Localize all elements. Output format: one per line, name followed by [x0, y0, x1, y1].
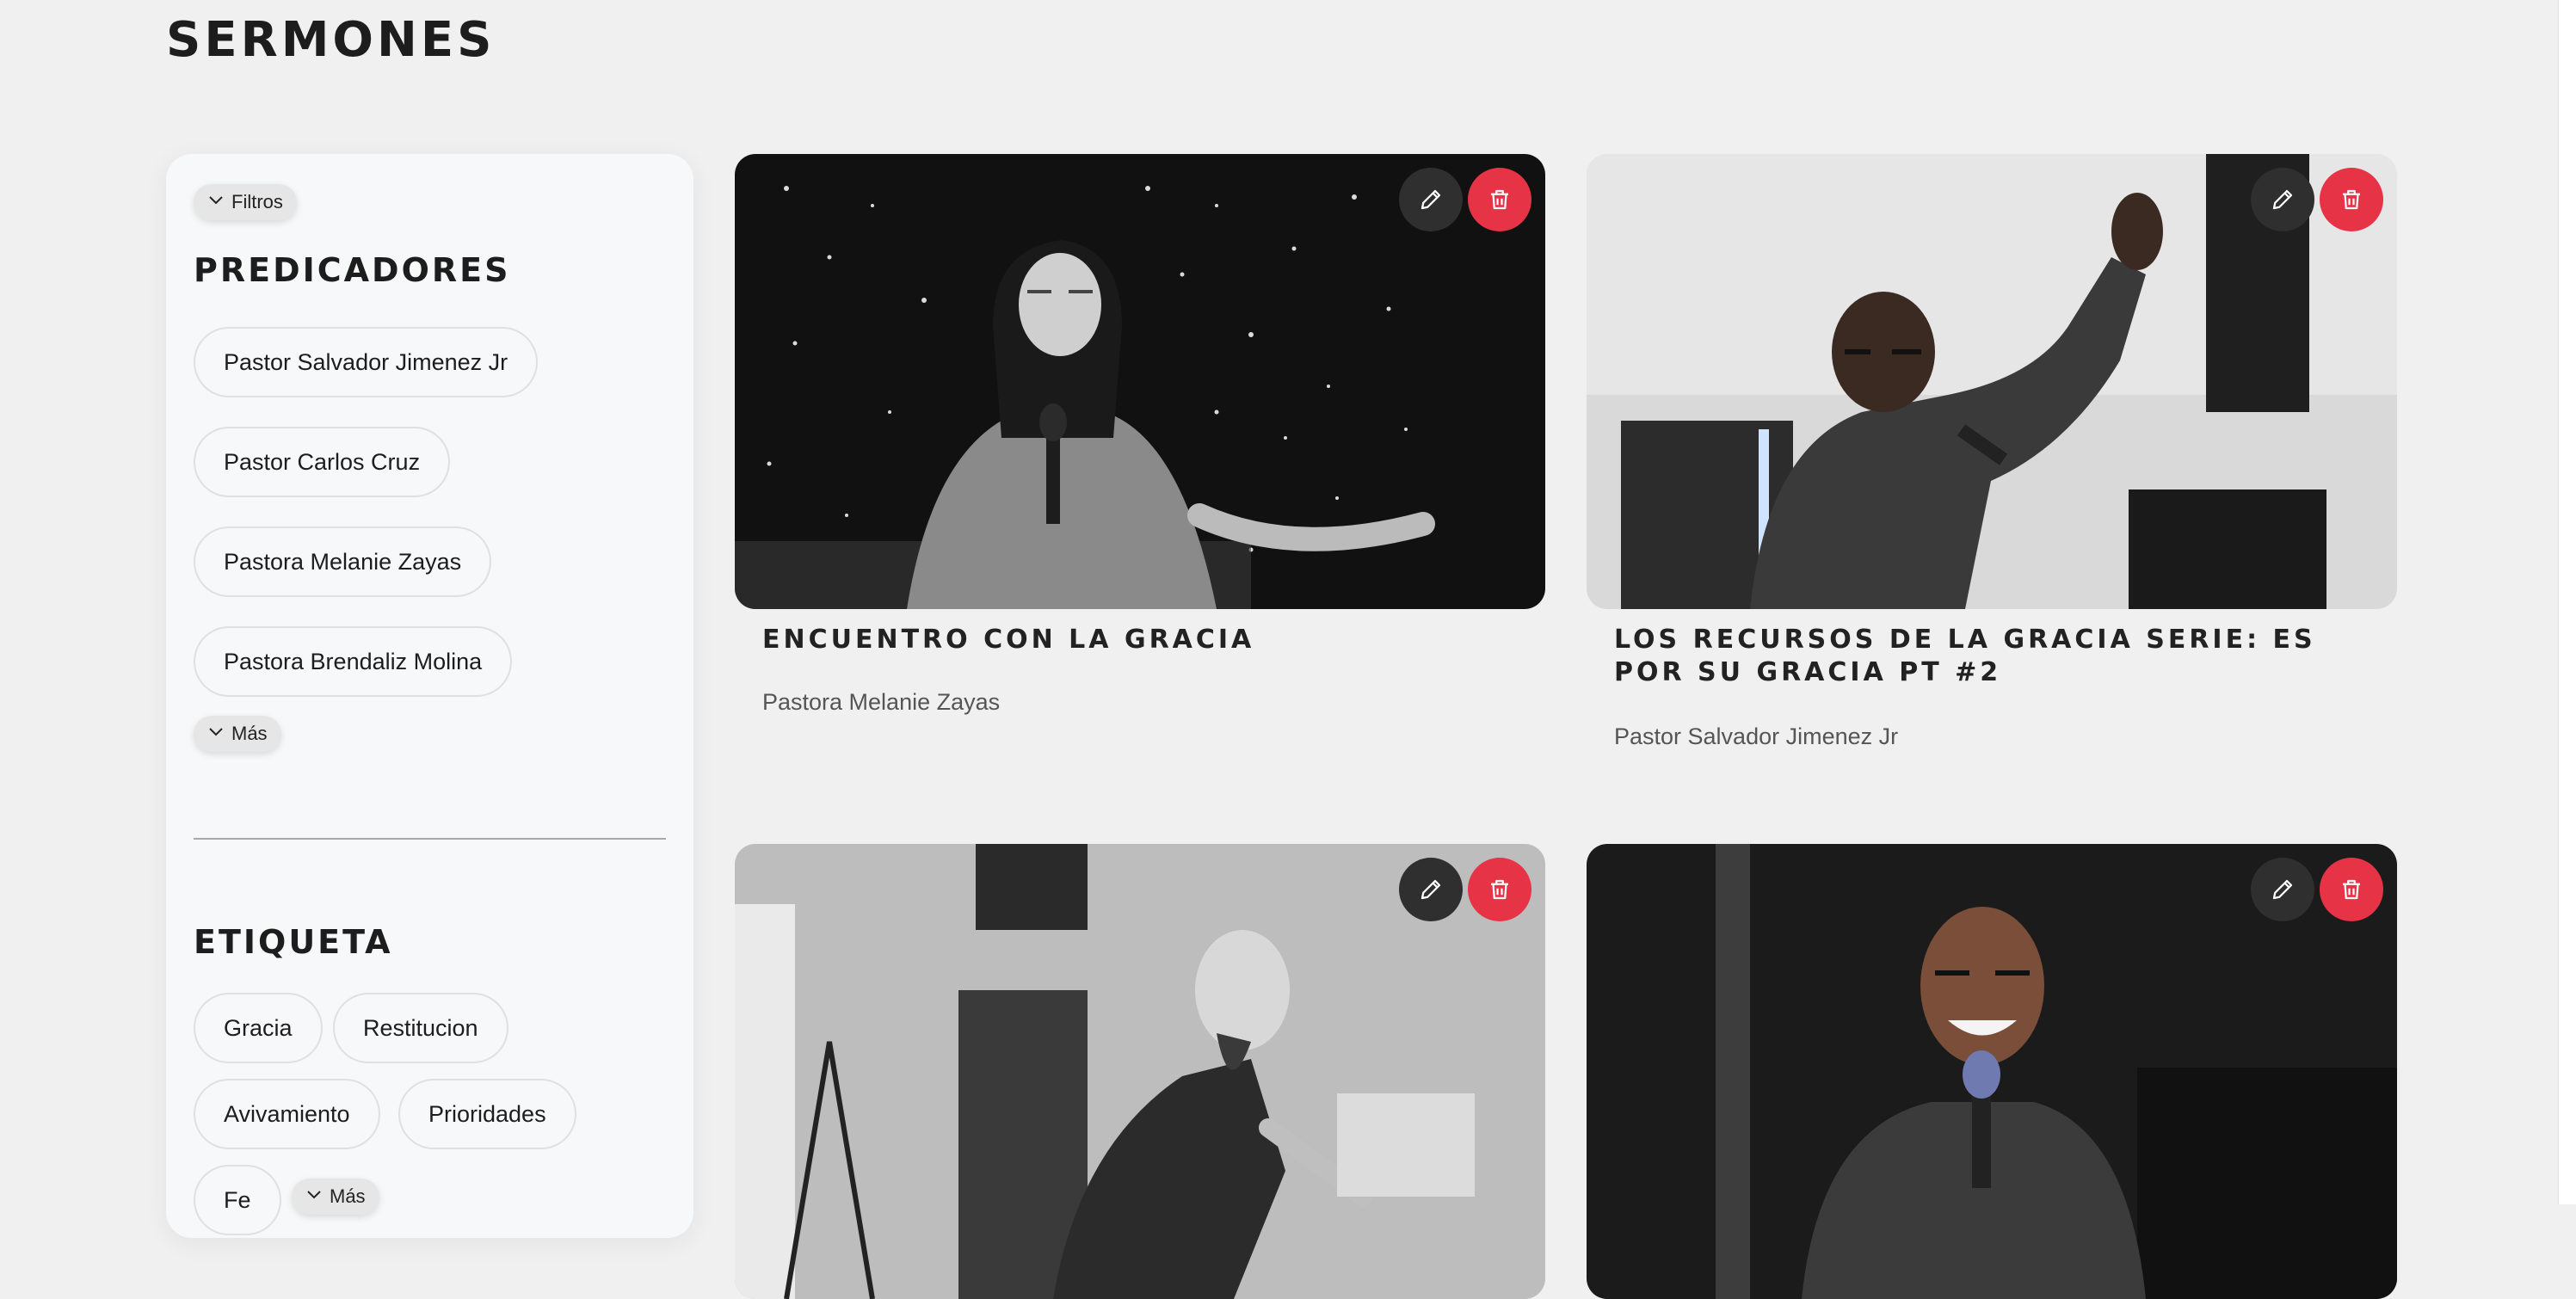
preachers-heading: PREDICADORES — [194, 251, 511, 289]
preacher-filter-salvador-jimenez[interactable]: Pastor Salvador Jimenez Jr — [194, 327, 539, 397]
filters-toggle[interactable]: Filtros — [194, 184, 297, 220]
sermon-card[interactable] — [735, 844, 1545, 1299]
trash-icon — [2343, 189, 2360, 210]
page-scrollbar-track[interactable] — [2558, 0, 2576, 1204]
sermon-card[interactable] — [1587, 844, 2397, 1299]
edit-button[interactable] — [1399, 168, 1463, 231]
sermon-thumbnail[interactable] — [735, 844, 1545, 1299]
tag-filter-avivamiento[interactable]: Avivamiento — [194, 1079, 380, 1149]
sermon-preacher: Pastora Melanie Zayas — [762, 689, 1001, 715]
section-divider — [194, 838, 666, 840]
sermon-thumbnail[interactable] — [1587, 154, 2397, 609]
sermon-preacher: Pastor Salvador Jimenez Jr — [1614, 723, 1899, 749]
tags-more-toggle[interactable]: Más — [292, 1179, 379, 1215]
chevron-down-icon — [305, 1185, 323, 1208]
sermon-thumbnail[interactable] — [1587, 844, 2397, 1299]
pencil-icon — [2272, 879, 2293, 900]
delete-button[interactable] — [2320, 168, 2383, 231]
filters-sidebar: Filtros PREDICADORES Pastor Salvador Jim… — [166, 154, 693, 1238]
chevron-down-icon — [207, 191, 225, 213]
delete-button[interactable] — [1468, 858, 1531, 921]
tag-filter-gracia[interactable]: Gracia — [194, 993, 323, 1063]
page-title: SERMONES — [166, 12, 496, 68]
tags-more-label: Más — [330, 1185, 366, 1207]
chevron-down-icon — [207, 723, 225, 745]
sermon-title[interactable]: ENCUENTRO CON LA GRACIA — [762, 624, 1511, 656]
delete-button[interactable] — [1468, 168, 1531, 231]
trash-icon — [1491, 879, 1508, 900]
trash-icon — [1491, 189, 1508, 210]
tag-filter-prioridades[interactable]: Prioridades — [398, 1079, 576, 1149]
edit-button[interactable] — [2251, 858, 2314, 921]
filters-toggle-label: Filtros — [231, 191, 283, 212]
pencil-icon — [2272, 189, 2293, 210]
tag-filter-restitucion[interactable]: Restitucion — [333, 993, 508, 1063]
tag-filter-fe[interactable]: Fe — [194, 1165, 281, 1235]
sermon-thumbnail[interactable] — [735, 154, 1545, 609]
tags-heading: ETIQUETA — [194, 923, 393, 961]
sermon-card[interactable]: ENCUENTRO CON LA GRACIA Pastora Melanie … — [735, 154, 1545, 756]
delete-button[interactable] — [2320, 858, 2383, 921]
preachers-more-label: Más — [231, 723, 268, 744]
trash-icon — [2343, 879, 2360, 900]
pencil-icon — [1420, 879, 1441, 900]
preacher-filter-carlos-cruz[interactable]: Pastor Carlos Cruz — [194, 427, 451, 497]
preacher-filter-brendaliz-molina[interactable]: Pastora Brendaliz Molina — [194, 626, 513, 697]
sermon-title[interactable]: LOS RECURSOS DE LA GRACIA SERIE: ES POR … — [1614, 624, 2363, 689]
preacher-filter-melanie-zayas[interactable]: Pastora Melanie Zayas — [194, 526, 492, 597]
edit-button[interactable] — [2251, 168, 2314, 231]
preachers-more-toggle[interactable]: Más — [194, 716, 281, 752]
sermon-card[interactable]: LOS RECURSOS DE LA GRACIA SERIE: ES POR … — [1587, 154, 2397, 773]
pencil-icon — [1420, 189, 1441, 210]
edit-button[interactable] — [1399, 858, 1463, 921]
